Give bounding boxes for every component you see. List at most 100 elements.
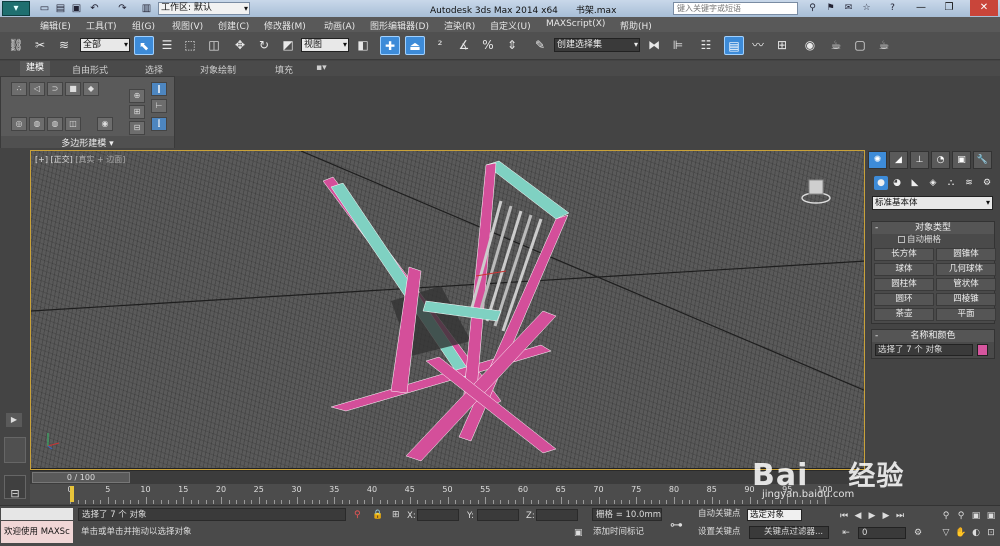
percent-snap-icon[interactable]: % (478, 36, 498, 55)
ignore-backfacing-icon[interactable]: ⫿ (151, 117, 167, 131)
rendered-frame-window-icon[interactable]: ▢ (850, 36, 870, 55)
border-icon[interactable]: ⊃ (47, 82, 63, 96)
layer-manager-icon[interactable]: ☷ (696, 36, 716, 55)
undo-icon[interactable]: ↶ (88, 2, 101, 15)
menu-modifiers[interactable]: 修改器(M) (264, 19, 306, 32)
object-color-swatch[interactable] (977, 344, 988, 356)
show-cage-icon[interactable]: ‖ (151, 82, 167, 96)
menu-edit[interactable]: 编辑(E) (40, 19, 71, 32)
primitive-category-dropdown[interactable]: 标准基本体 ▾ (872, 196, 993, 210)
zoom-extents-icon[interactable]: ▣ (970, 510, 982, 522)
go-to-end-icon[interactable]: ⏭ (894, 510, 906, 522)
project-folder-icon[interactable]: ▥ (140, 2, 153, 15)
maximize-viewport-icon[interactable]: ⊡ (985, 527, 997, 539)
track-bar[interactable]: 0510152025303540455055606570758085909510… (30, 484, 833, 504)
shapes-icon[interactable]: ◕ (890, 176, 904, 190)
pivot-center-icon[interactable]: ◧ (353, 36, 373, 55)
lights-icon[interactable]: ◣ (908, 176, 922, 190)
cameras-icon[interactable]: ◈ (926, 176, 940, 190)
utilities-tab-icon[interactable]: 🔧 (973, 151, 992, 169)
absolute-mode-icon[interactable]: ⊞ (392, 510, 400, 520)
menu-customize[interactable]: 自定义(U) (490, 19, 531, 32)
vertex-icon[interactable]: ∴ (11, 82, 27, 96)
zoom-icon[interactable]: ⚲ (940, 510, 952, 522)
save-file-icon[interactable]: ▣ (70, 2, 83, 15)
hierarchy-tab-icon[interactable]: ⊥ (910, 151, 929, 169)
curve-editor-icon[interactable]: 〰 (748, 36, 768, 55)
zoom-extents-all-icon[interactable]: ▣ (985, 510, 997, 522)
render-production-icon[interactable]: ☕ (874, 36, 894, 55)
spinner-snap-icon[interactable]: ⇕ (502, 36, 522, 55)
go-to-start-icon[interactable]: ⏮ (838, 510, 850, 522)
use-soft-selection-icon[interactable]: ⊢ (151, 99, 167, 113)
key-selection-dropdown[interactable]: 选定对象 (747, 509, 802, 521)
rectangular-selection-icon[interactable]: ⬚ (180, 36, 200, 55)
named-selection-dropdown[interactable]: 创建选择集 ▾ (554, 38, 640, 52)
x-coordinate-input[interactable] (417, 509, 459, 521)
current-frame-input[interactable]: 0 (858, 527, 906, 539)
z-coordinate-input[interactable] (536, 509, 578, 521)
menu-graph-editors[interactable]: 图形编辑器(D) (370, 19, 429, 32)
keyboard-shortcut-override-icon[interactable]: ⏏ (405, 36, 425, 55)
favorites-icon[interactable]: ☆ (860, 2, 873, 15)
maxscript-listener-top[interactable] (1, 508, 73, 520)
stack-up-icon[interactable]: ◍ (29, 117, 45, 131)
tab-freeform[interactable]: 自由形式 (72, 63, 108, 76)
communication-icon[interactable]: ✉ (842, 2, 855, 15)
align-icon[interactable]: ⊫ (668, 36, 688, 55)
viewcube-icon[interactable] (801, 176, 831, 206)
pan-view-icon[interactable]: ✋ (955, 527, 967, 539)
select-by-name-icon[interactable]: ☰ (157, 36, 177, 55)
modify-mode-icon[interactable]: ◎ (11, 117, 27, 131)
move-icon[interactable]: ✥ (230, 36, 250, 55)
menu-group[interactable]: 组(G) (132, 19, 155, 32)
key-mode-icon[interactable]: ⇤ (840, 527, 852, 539)
restore-button[interactable]: ❐ (938, 0, 960, 16)
plane-button[interactable]: 平面 (936, 308, 996, 321)
display-tab-icon[interactable]: ▣ (952, 151, 971, 169)
object-type-header[interactable]: - 对象类型 (872, 222, 994, 234)
torus-button[interactable]: 圆环 (874, 293, 934, 306)
search-input[interactable]: 键入关键字或短语 (673, 2, 798, 15)
render-setup-icon[interactable]: ☕ (826, 36, 846, 55)
bind-spacewarp-icon[interactable]: ≋ (54, 36, 74, 55)
time-slider[interactable]: 0 / 100 > (30, 470, 865, 484)
modify-tab-icon[interactable]: ◢ (889, 151, 908, 169)
previous-frame-icon[interactable]: ◀ (852, 510, 864, 522)
tab-object-paint[interactable]: 对象绘制 (200, 63, 236, 76)
chair-model[interactable] (31, 151, 865, 470)
systems-icon[interactable]: ⚙ (980, 176, 994, 190)
search-icon[interactable]: ⚲ (806, 2, 819, 15)
teapot-button[interactable]: 茶壶 (874, 308, 934, 321)
geometry-icon[interactable]: ● (874, 176, 888, 190)
minimize-button[interactable]: — (910, 0, 932, 16)
tab-modeling[interactable]: 建模 (20, 61, 51, 76)
window-crossing-icon[interactable]: ◫ (204, 36, 224, 55)
time-tag-icon[interactable]: ▣ (574, 528, 583, 538)
stack-down-icon[interactable]: ◍ (47, 117, 63, 131)
scale-icon[interactable]: ◩ (278, 36, 298, 55)
link-icon[interactable]: ⛓ (6, 36, 26, 55)
orbit-icon[interactable]: ◐ (970, 527, 982, 539)
add-time-tag[interactable]: 添加时间标记 (590, 526, 660, 539)
select-manipulate-icon[interactable]: ✚ (380, 36, 400, 55)
edit-named-selection-icon[interactable]: ✎ (530, 36, 550, 55)
element-icon[interactable]: ◆ (83, 82, 99, 96)
close-button[interactable]: ✕ (970, 0, 998, 16)
reference-coord-dropdown[interactable]: 视图 ▾ (301, 38, 349, 52)
snaps-toggle-icon[interactable]: ² (430, 36, 450, 55)
shrink-icon[interactable]: ⊕ (129, 89, 145, 103)
edge-icon[interactable]: ◁ (29, 82, 45, 96)
cylinder-button[interactable]: 圆柱体 (874, 278, 934, 291)
viewport-layout-button[interactable] (4, 437, 26, 463)
tab-selection[interactable]: 选择 (145, 63, 163, 76)
selection-filter-dropdown[interactable]: 全部 ▾ (80, 38, 130, 52)
play-slider-arrow-icon[interactable]: ▶ (6, 413, 22, 427)
menu-help[interactable]: 帮助(H) (620, 19, 652, 32)
selection-lock-icon[interactable]: 🔒 (372, 510, 383, 520)
set-key-icon[interactable]: ⊶ (670, 518, 683, 533)
auto-key-button[interactable]: 自动关键点 (695, 508, 747, 521)
rotate-icon[interactable]: ↻ (254, 36, 274, 55)
menu-rendering[interactable]: 渲染(R) (444, 19, 475, 32)
ring-icon[interactable]: ⊟ (129, 121, 145, 135)
